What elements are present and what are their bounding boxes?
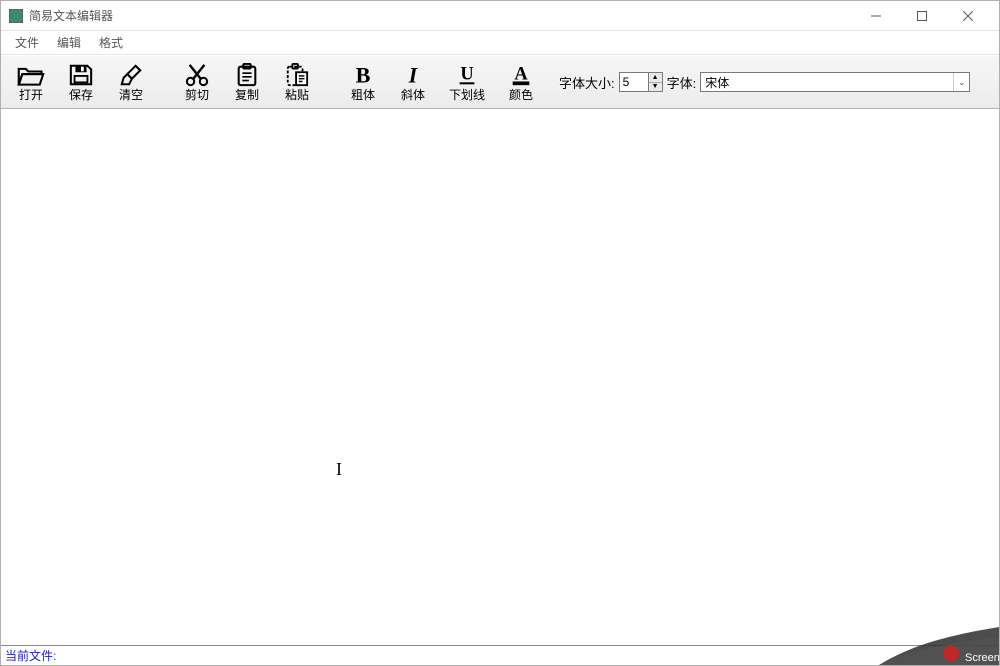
bold-button[interactable]: B 粗体 — [339, 58, 387, 106]
underline-button[interactable]: U 下划线 — [439, 58, 495, 106]
copy-button[interactable]: 复制 — [223, 58, 271, 106]
fontsize-label: 字体大小: — [557, 73, 617, 92]
maximize-button[interactable] — [899, 1, 945, 31]
minimize-button[interactable] — [853, 1, 899, 31]
underline-icon: U — [453, 63, 481, 87]
paste-icon — [283, 63, 311, 87]
save-button[interactable]: 保存 — [57, 58, 105, 106]
paste-label: 粘贴 — [285, 89, 309, 101]
clear-label: 清空 — [119, 89, 143, 101]
font-color-icon: A — [507, 63, 535, 87]
chevron-down-icon[interactable]: ▼ — [649, 83, 662, 92]
folder-open-icon — [17, 63, 45, 87]
svg-text:B: B — [356, 63, 371, 87]
bold-label: 粗体 — [351, 89, 375, 101]
color-label: 颜色 — [509, 89, 533, 101]
app-icon — [9, 9, 23, 23]
clear-button[interactable]: 清空 — [107, 58, 155, 106]
text-cursor-icon: I — [336, 459, 342, 480]
color-button[interactable]: A 颜色 — [497, 58, 545, 106]
statusbar: 当前文件: — [1, 645, 999, 665]
italic-icon: I — [399, 63, 427, 87]
fontname-combobox[interactable]: 宋体 ⌄ — [700, 72, 970, 92]
copy-label: 复制 — [235, 89, 259, 101]
cut-button[interactable]: 剪切 — [173, 58, 221, 106]
svg-text:U: U — [460, 64, 473, 84]
toolbar: 打开 保存 清空 剪切 — [1, 55, 999, 109]
status-current-file-label: 当前文件: — [5, 647, 56, 664]
chevron-up-icon[interactable]: ▲ — [649, 73, 662, 83]
scissors-icon — [183, 63, 211, 87]
text-editor-area[interactable]: I — [1, 109, 999, 645]
open-label: 打开 — [19, 89, 43, 101]
menubar: 文件 编辑 格式 — [1, 31, 999, 55]
menu-edit[interactable]: 编辑 — [49, 32, 89, 53]
italic-label: 斜体 — [401, 89, 425, 101]
save-label: 保存 — [69, 89, 93, 101]
menu-file[interactable]: 文件 — [7, 32, 47, 53]
fontname-value: 宋体 — [701, 73, 953, 92]
fontsize-arrows[interactable]: ▲ ▼ — [648, 73, 662, 91]
svg-text:I: I — [408, 63, 419, 87]
close-button[interactable] — [945, 1, 991, 31]
window-title: 简易文本编辑器 — [29, 7, 113, 24]
underline-label: 下划线 — [449, 89, 485, 101]
chevron-down-icon[interactable]: ⌄ — [953, 73, 969, 91]
fontsize-input[interactable] — [620, 74, 648, 90]
floppy-disk-icon — [67, 63, 95, 87]
titlebar: 简易文本编辑器 — [1, 1, 999, 31]
cut-label: 剪切 — [185, 89, 209, 101]
fontname-label: 字体: — [665, 73, 699, 92]
app-window: 简易文本编辑器 文件 编辑 格式 打开 — [0, 0, 1000, 666]
open-button[interactable]: 打开 — [7, 58, 55, 106]
italic-button[interactable]: I 斜体 — [389, 58, 437, 106]
fontsize-spinner[interactable]: ▲ ▼ — [619, 72, 663, 92]
paste-button[interactable]: 粘贴 — [273, 58, 321, 106]
brush-icon — [117, 63, 145, 87]
clipboard-icon — [233, 63, 261, 87]
bold-icon: B — [349, 63, 377, 87]
menu-format[interactable]: 格式 — [91, 32, 131, 53]
svg-text:A: A — [514, 64, 528, 84]
